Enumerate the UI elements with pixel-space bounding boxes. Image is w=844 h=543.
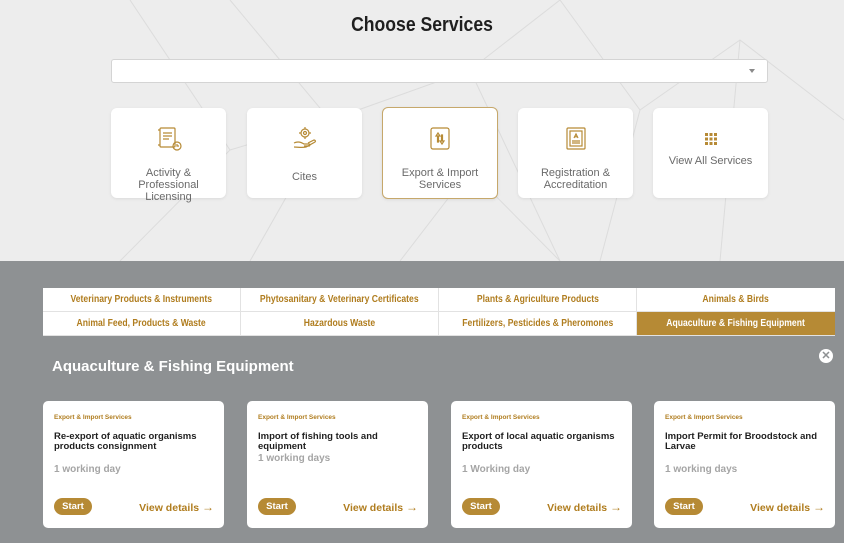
card-duration: 1 working day [54, 464, 121, 475]
start-button[interactable]: Start [258, 498, 296, 515]
card-title: Re-export of aquatic organisms products … [54, 431, 197, 452]
card-category: Export & Import Services [54, 414, 132, 421]
view-details-link[interactable]: View details → [547, 500, 622, 514]
service-card: Export & Import Services Import of fishi… [247, 401, 428, 528]
view-details-label: View details [139, 502, 200, 514]
page-title: Choose Services [351, 14, 493, 36]
service-card: Export & Import Services Re-export of aq… [43, 401, 224, 528]
card-duration: 1 working days [665, 464, 738, 475]
export-import-icon [383, 126, 497, 152]
tab-hazardous-waste[interactable]: Hazardous Waste [241, 312, 439, 336]
arrow-right-icon: → [202, 500, 214, 514]
tile-activity-licensing[interactable]: Activity & Professional Licensing [111, 108, 226, 203]
card-duration: 1 Working day [462, 464, 531, 475]
tile-label: View All Services [668, 155, 753, 167]
start-button[interactable]: Start [665, 498, 703, 515]
view-details-label: View details [547, 502, 608, 514]
card-category: Export & Import Services [258, 414, 336, 421]
tab-phytosanitary-certificates[interactable]: Phytosanitary & Veterinary Certificates [241, 288, 439, 312]
tile-registration[interactable]: Registration & Accreditation [518, 108, 633, 198]
tab-animal-feed[interactable]: Animal Feed, Products & Waste [43, 312, 241, 336]
services-panel: Veterinary Products & Instruments Phytos… [0, 261, 844, 543]
view-details-link[interactable]: View details → [750, 500, 825, 514]
tab-label: Phytosanitary & Veterinary Certificates [260, 294, 419, 305]
tile-label: Export & Import Services [401, 167, 479, 191]
tile-cites[interactable]: Cites [247, 108, 362, 198]
tile-label: Registration & Accreditation [540, 167, 611, 191]
license-document-icon [111, 126, 226, 152]
tab-label: Plants & Agriculture Products [476, 294, 599, 305]
card-title: Import Permit for Broodstock and Larvae [665, 431, 818, 452]
tab-animals-birds[interactable]: Animals & Birds [637, 288, 835, 312]
arrow-right-icon: → [406, 500, 418, 514]
tab-label: Hazardous Waste [303, 318, 376, 329]
tab-plants-agriculture[interactable]: Plants & Agriculture Products [439, 288, 637, 312]
grid-icon [653, 133, 768, 145]
arrow-right-icon: → [813, 500, 825, 514]
tab-aquaculture-fishing[interactable]: Aquaculture & Fishing Equipment [637, 312, 835, 336]
card-title: Import of fishing tools and equipment [258, 431, 378, 452]
view-details-label: View details [343, 502, 404, 514]
view-details-link[interactable]: View details → [343, 500, 418, 514]
card-title: Export of local aquatic organisms produc… [462, 431, 615, 452]
start-button[interactable]: Start [462, 498, 500, 515]
card-category: Export & Import Services [665, 414, 743, 421]
service-search-select[interactable] [111, 59, 768, 83]
tab-label: Animals & Birds [702, 294, 770, 305]
tab-label: Fertilizers, Pesticides & Pheromones [461, 318, 614, 329]
services-header-area: Choose Services Activity & Professional … [0, 0, 844, 261]
card-duration: 1 working days [258, 453, 331, 464]
tile-label: Cites [291, 171, 318, 183]
tile-label: Activity & Professional Licensing [138, 167, 199, 203]
category-tabs: Veterinary Products & Instruments Phytos… [43, 288, 835, 336]
service-card: Export & Import Services Export of local… [451, 401, 632, 528]
view-details-link[interactable]: View details → [139, 500, 214, 514]
service-card: Export & Import Services Import Permit f… [654, 401, 835, 528]
chevron-down-icon [749, 69, 755, 73]
card-category: Export & Import Services [462, 414, 540, 421]
tab-label: Aquaculture & Fishing Equipment [666, 318, 806, 329]
tab-veterinary-products[interactable]: Veterinary Products & Instruments [43, 288, 241, 312]
tab-label: Veterinary Products & Instruments [70, 294, 213, 305]
arrow-right-icon: → [610, 500, 622, 514]
close-icon[interactable]: ✕ [819, 349, 833, 363]
start-button[interactable]: Start [54, 498, 92, 515]
tile-export-import[interactable]: Export & Import Services [382, 107, 498, 199]
certificate-icon [518, 126, 633, 152]
tile-view-all[interactable]: View All Services [653, 108, 768, 198]
section-title: Aquaculture & Fishing Equipment [52, 358, 294, 375]
view-details-label: View details [750, 502, 811, 514]
hand-gear-icon [247, 126, 362, 152]
tab-fertilizers-pesticides[interactable]: Fertilizers, Pesticides & Pheromones [439, 312, 637, 336]
tab-label: Animal Feed, Products & Waste [76, 318, 207, 329]
